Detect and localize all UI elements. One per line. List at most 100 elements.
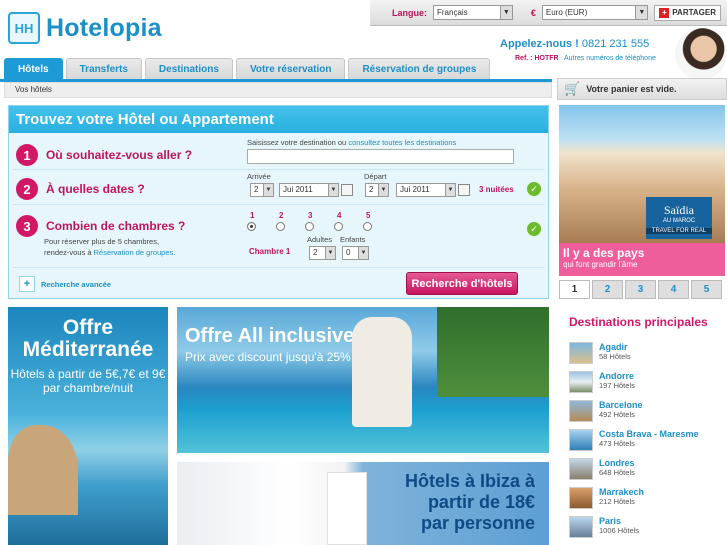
chevron-down-icon: ▼ <box>635 6 648 19</box>
promo-title: Offre Méditerranée <box>22 316 154 361</box>
cart-icon: 🛒 <box>564 81 581 96</box>
destination-thumbnail <box>569 458 593 480</box>
slide-page-5[interactable]: 5 <box>691 280 722 299</box>
promo-title: Offre All inclusive <box>185 325 355 347</box>
step-rooms: 3 Combien de chambres ? <box>16 215 185 237</box>
destination-thumbnail <box>569 429 593 451</box>
nights-count: 3 nuitées <box>479 185 514 194</box>
departure-month-select[interactable]: Jui 2011 ▼ <box>396 183 456 197</box>
step-number: 2 <box>16 178 38 200</box>
slideshow-pagination: 1 2 3 4 5 <box>559 280 722 299</box>
destination-item[interactable]: Marrakech 212 Hôtels <box>569 487 644 509</box>
share-button[interactable]: + PARTAGER <box>654 4 721 21</box>
all-destinations-link[interactable]: consultez toutes les destinations <box>348 138 456 147</box>
logo-mark: HH <box>8 12 40 44</box>
slide-page-2[interactable]: 2 <box>592 280 623 299</box>
destination-thumbnail <box>569 487 593 509</box>
language-label: Langue: <box>392 7 427 18</box>
promo-mediterranean[interactable]: Offre Méditerranée Hôtels à partir de 5€… <box>8 307 168 545</box>
room-radio-2[interactable] <box>276 222 285 231</box>
group-note: Pour réserver plus de 5 chambres, <box>44 237 160 246</box>
currency-label: € <box>530 7 536 18</box>
slide-page-1[interactable]: 1 <box>559 280 590 299</box>
room-radio-3[interactable] <box>305 222 314 231</box>
search-hotels-button[interactable]: Recherche d'hôtels <box>406 272 518 295</box>
calendar-icon[interactable] <box>341 184 353 196</box>
step-number: 3 <box>16 215 38 237</box>
logo[interactable]: HH Hotelopia <box>8 10 162 46</box>
adults-label: Adultes <box>307 235 333 244</box>
children-select[interactable]: 0 ▼ <box>342 246 369 260</box>
arrival-day-select[interactable]: 2 ▼ <box>250 183 274 197</box>
adults-select[interactable]: 2 ▼ <box>309 246 336 260</box>
departure-day-select[interactable]: 2 ▼ <box>365 183 389 197</box>
room-count-label: 3 <box>308 211 313 220</box>
destination-item[interactable]: Andorre 197 Hôtels <box>569 371 635 393</box>
palm-image <box>437 307 549 397</box>
tab-group-booking[interactable]: Réservation de groupes <box>348 58 491 80</box>
promo-text: Prix avec discount jusqu'à 25% <box>185 350 351 364</box>
tab-transfers[interactable]: Transferts <box>65 58 142 80</box>
plus-icon: + <box>19 276 35 292</box>
currency-select[interactable]: Euro (EUR) ▼ <box>541 5 649 20</box>
ref-line: Ref. : HOTFR Autres numéros de téléphone <box>515 55 656 62</box>
destination-thumbnail <box>569 371 593 393</box>
promo-title: Hôtels à Ibiza à partir de 18€ par personn… <box>404 471 535 533</box>
advanced-search[interactable]: + Recherche avancée <box>19 276 111 292</box>
promo-text: Hôtels à partir de 5€,7€ et 9€ par chamb… <box>10 367 166 395</box>
destination-item[interactable]: Agadir 58 Hôtels <box>569 342 631 364</box>
destination-item[interactable]: Barcelone 492 Hôtels <box>569 400 643 422</box>
checkmark-icon: ✓ <box>527 222 541 236</box>
group-booking-link[interactable]: Réservation de groupes. <box>94 248 176 257</box>
destination-thumbnail <box>569 516 593 538</box>
step-destination: 1 Où souhaitez-vous aller ? <box>16 144 192 166</box>
children-label: Enfants <box>340 235 366 244</box>
search-panel: Trouvez votre Hôtel ou Appartement 1 Où … <box>8 105 549 299</box>
logo-text: Hotelopia <box>46 13 162 42</box>
slide-page-3[interactable]: 3 <box>625 280 656 299</box>
main-tabs: Hôtels Transferts Destinations Votre rés… <box>0 58 491 80</box>
slideshow-image[interactable]: Saïdia AU MAROC TRAVEL FOR REAL <box>559 105 725 243</box>
tab-destinations[interactable]: Destinations <box>144 58 233 80</box>
cart-status[interactable]: 🛒 Votre panier est vide. <box>557 78 727 100</box>
waiter-image <box>352 317 412 427</box>
destination-item[interactable]: Londres 648 Hôtels <box>569 458 635 480</box>
room-radio-4[interactable] <box>334 222 343 231</box>
destination-thumbnail <box>569 400 593 422</box>
room-count-label: 4 <box>337 211 342 220</box>
call-center-agent-image <box>675 28 727 80</box>
search-title: Trouvez votre Hôtel ou Appartement <box>9 106 548 133</box>
arrival-month-select[interactable]: Jui 2011 ▼ <box>279 183 339 197</box>
promo-ibiza[interactable]: Hôtels à Ibiza à partir de 18€ par personn… <box>177 462 549 545</box>
checkmark-icon: ✓ <box>527 182 541 196</box>
destination-input[interactable] <box>247 149 514 164</box>
tab-hotels[interactable]: Hôtels <box>4 58 63 80</box>
destinations-title: Destinations principales <box>569 315 708 329</box>
step-question: Combien de chambres ? <box>46 219 186 233</box>
room-radio-1[interactable] <box>247 222 256 231</box>
promo-all-inclusive[interactable]: Offre All inclusive Prix avec discount j… <box>177 307 549 453</box>
top-bar: Langue: Français ▼ € Euro (EUR) ▼ + PARTAGE… <box>370 0 727 26</box>
room-count-label: 2 <box>279 211 284 220</box>
room-count-label: 1 <box>250 211 255 220</box>
step-question: Où souhaitez-vous aller ? <box>46 148 193 162</box>
destination-item[interactable]: Costa Brava - Maresme 473 Hôtels <box>569 429 699 451</box>
step-question: À quelles dates ? <box>46 182 145 196</box>
chevron-down-icon: ▼ <box>499 6 512 19</box>
plus-icon: + <box>659 7 670 18</box>
destination-item[interactable]: Paris 1006 Hôtels <box>569 516 639 538</box>
slide-page-4[interactable]: 4 <box>658 280 689 299</box>
breadcrumb: Vos hôtels <box>4 82 552 98</box>
step-dates: 2 À quelles dates ? <box>16 178 145 200</box>
destination-thumbnail <box>569 342 593 364</box>
arrival-label: Arrivée <box>247 172 271 181</box>
departure-label: Départ <box>364 172 387 181</box>
room-count-label: 5 <box>366 211 371 220</box>
phone-line: Appelez-nous ! 0821 231 555 <box>500 38 650 50</box>
room-radio-5[interactable] <box>363 222 372 231</box>
tab-reservation[interactable]: Votre réservation <box>235 58 346 80</box>
calendar-icon[interactable] <box>458 184 470 196</box>
other-numbers-link[interactable]: Autres numéros de téléphone <box>564 55 656 62</box>
rock-image <box>8 425 78 515</box>
language-select[interactable]: Français ▼ <box>433 5 513 20</box>
